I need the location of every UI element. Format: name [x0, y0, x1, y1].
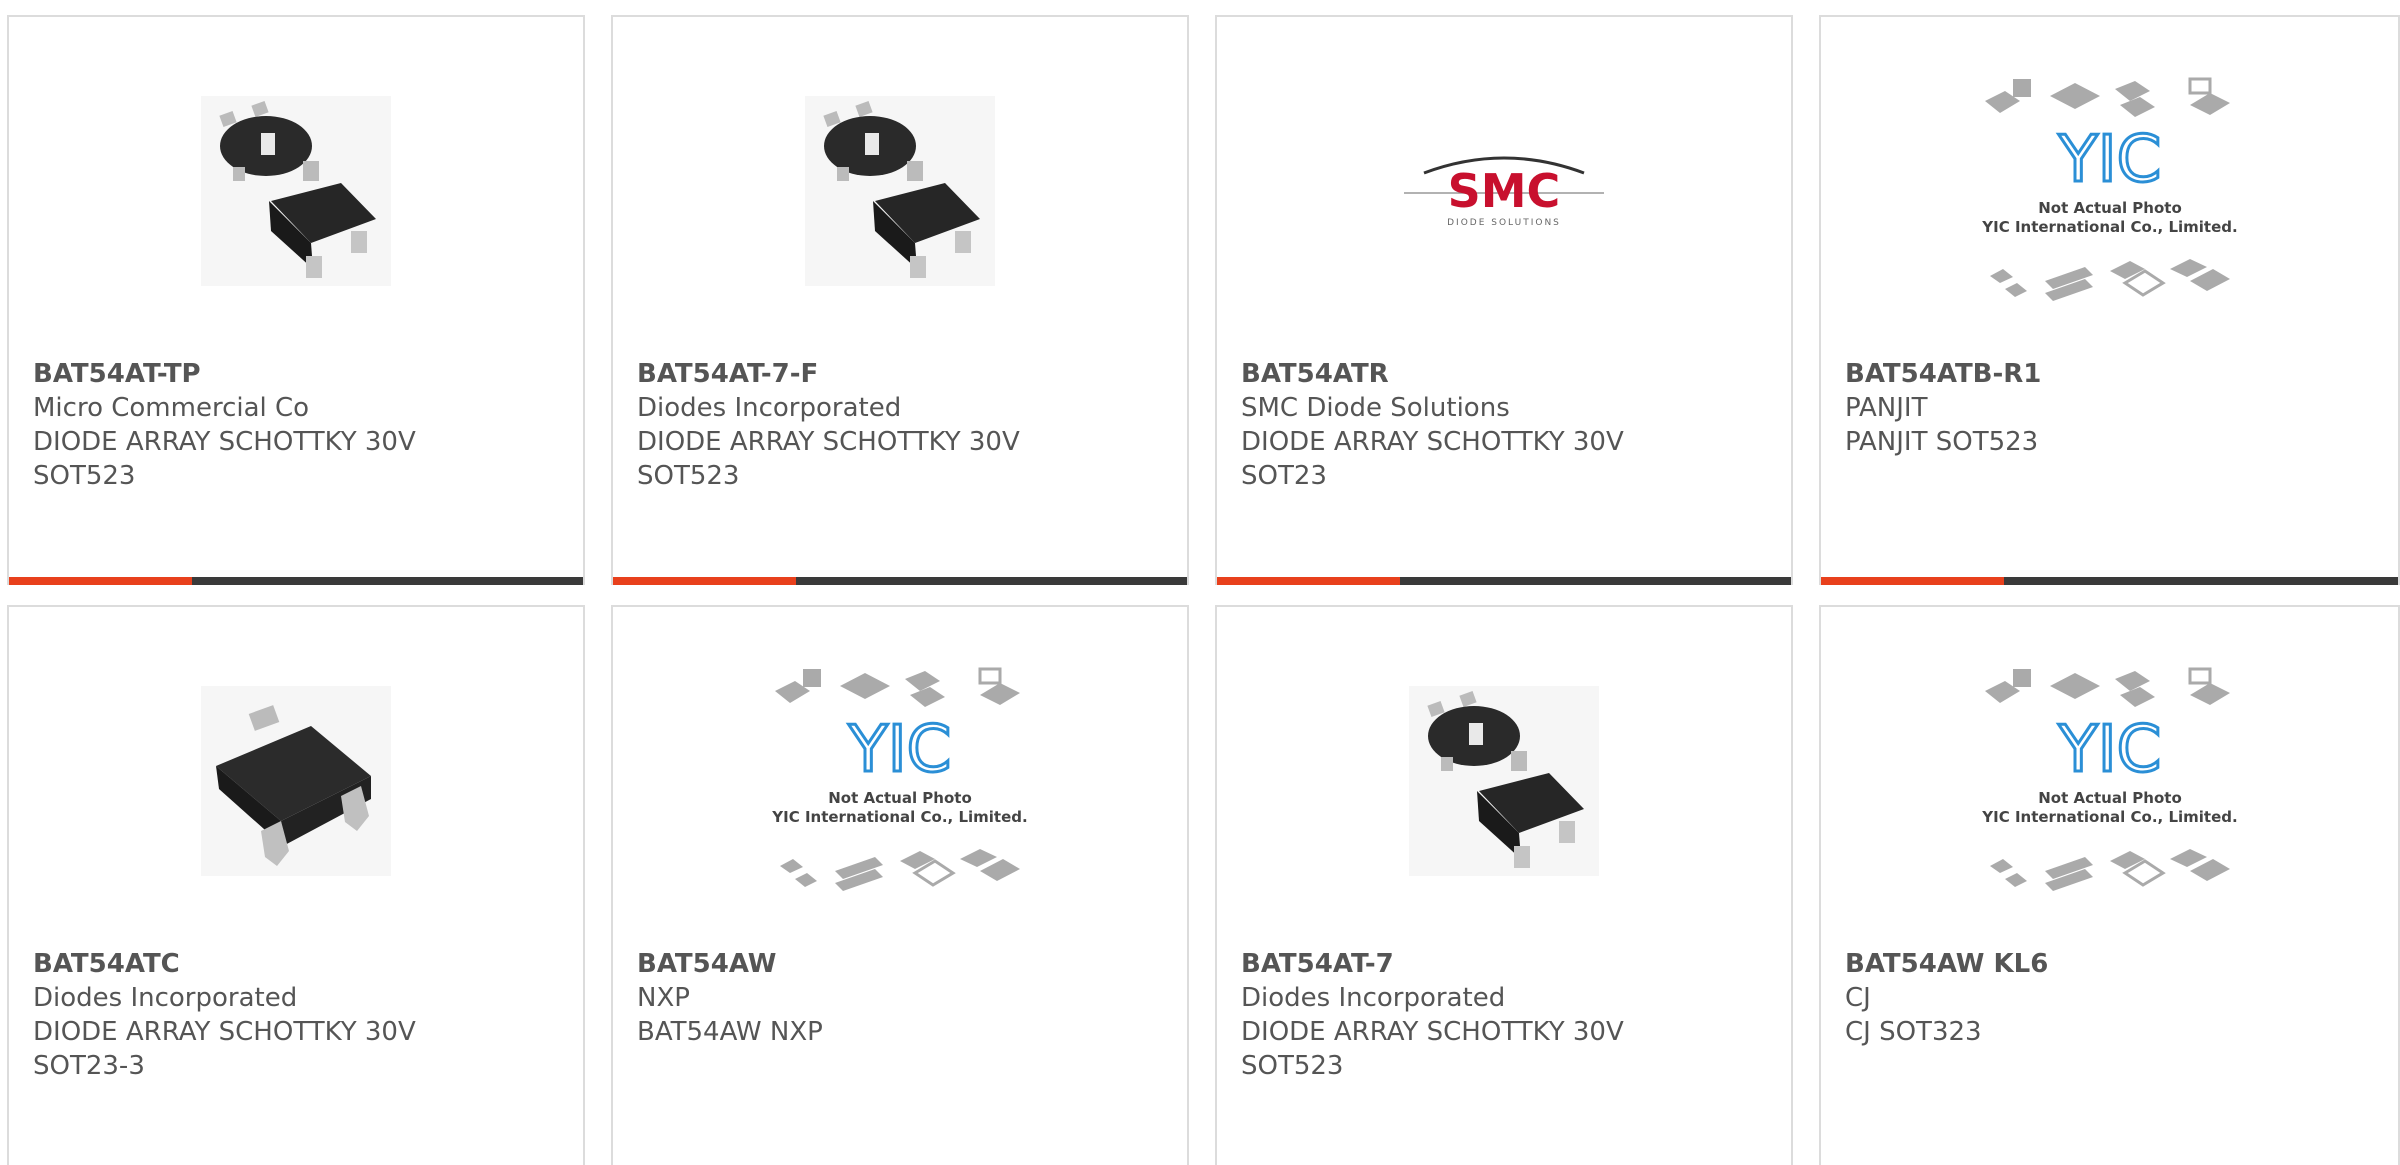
part-number[interactable]: BAT54ATC [33, 947, 567, 981]
product-image[interactable] [760, 71, 1040, 311]
part-number[interactable]: BAT54AT-TP [33, 357, 567, 391]
description: DIODE ARRAY SCHOTTKY 30V [33, 427, 416, 457]
yic-logo: YIC [848, 713, 952, 787]
yic-placeholder-image: YIC Not Actual Photo YIC International C… [1981, 667, 2237, 891]
product-image[interactable]: YIC Not Actual Photo YIC International C… [760, 661, 1040, 901]
placeholder-company: YIC International Co., Limited. [1981, 808, 2237, 826]
manufacturer: Diodes Incorporated [33, 983, 298, 1013]
yic-placeholder-image: YIC Not Actual Photo YIC International C… [771, 667, 1028, 891]
card-footer-bar [1217, 577, 1791, 585]
part-number[interactable]: BAT54ATR [1241, 357, 1775, 391]
accent-bar [1217, 577, 1400, 585]
package: SOT523 [33, 461, 136, 491]
product-image[interactable]: SMC DIODE SOLUTIONS [1364, 71, 1644, 311]
placeholder-company: YIC International Co., Limited. [1981, 218, 2237, 236]
smc-logo: SMC DIODE SOLUTIONS [1404, 156, 1604, 228]
description: PANJIT SOT523 [1845, 427, 2039, 457]
manufacturer: Diodes Incorporated [637, 393, 902, 423]
sot523-package-icon [1409, 686, 1599, 876]
accent-bar [9, 577, 192, 585]
description: BAT54AW NXP [637, 1017, 823, 1047]
placeholder-note: Not Actual Photo [2038, 199, 2182, 217]
part-number[interactable]: BAT54AT-7-F [637, 357, 1171, 391]
card-footer-bar [613, 577, 1187, 585]
part-number[interactable]: BAT54AT-7 [1241, 947, 1775, 981]
manufacturer: PANJIT [1845, 393, 1928, 423]
product-image[interactable] [1364, 661, 1644, 901]
part-number[interactable]: BAT54ATB-R1 [1845, 357, 2382, 391]
product-grid: BAT54AT-TP Micro Commercial Co DIODE ARR… [0, 0, 2400, 1165]
product-card[interactable]: BAT54AT-7 Diodes Incorporated DIODE ARRA… [1215, 605, 1793, 1165]
part-number[interactable]: BAT54AW [637, 947, 1171, 981]
card-footer-bar [1821, 577, 2398, 585]
sot23-package-icon [201, 686, 391, 876]
product-card[interactable]: BAT54ATC Diodes Incorporated DIODE ARRAY… [7, 605, 585, 1165]
sot523-package-icon [201, 96, 391, 286]
description: DIODE ARRAY SCHOTTKY 30V [1241, 427, 1624, 457]
package: SOT23-3 [33, 1051, 145, 1081]
yic-logo: YIC [2057, 713, 2161, 787]
description: DIODE ARRAY SCHOTTKY 30V [637, 427, 1020, 457]
yic-placeholder-image: YIC Not Actual Photo YIC International C… [1981, 77, 2237, 301]
card-footer-bar [9, 577, 583, 585]
product-image[interactable]: YIC Not Actual Photo YIC International C… [1970, 71, 2250, 311]
placeholder-note: Not Actual Photo [828, 789, 972, 807]
yic-logo: YIC [2057, 123, 2161, 197]
manufacturer: SMC Diode Solutions [1241, 393, 1510, 423]
product-card[interactable]: YIC Not Actual Photo YIC International C… [611, 605, 1189, 1165]
product-card[interactable]: BAT54AT-7-F Diodes Incorporated DIODE AR… [611, 15, 1189, 585]
product-image[interactable]: YIC Not Actual Photo YIC International C… [1970, 661, 2250, 901]
description: DIODE ARRAY SCHOTTKY 30V [33, 1017, 416, 1047]
product-image[interactable] [156, 71, 436, 311]
manufacturer: Diodes Incorporated [1241, 983, 1506, 1013]
product-card[interactable]: YIC Not Actual Photo YIC International C… [1819, 605, 2400, 1165]
product-card[interactable]: SMC DIODE SOLUTIONS BAT54ATR SMC Diode S… [1215, 15, 1793, 585]
sot523-package-icon [805, 96, 995, 286]
smc-logo-subtext: DIODE SOLUTIONS [1447, 218, 1561, 228]
smc-logo-text: SMC [1448, 164, 1561, 218]
product-card[interactable]: YIC Not Actual Photo YIC International C… [1819, 15, 2400, 585]
manufacturer: NXP [637, 983, 690, 1013]
part-number[interactable]: BAT54AW KL6 [1845, 947, 2382, 981]
description: DIODE ARRAY SCHOTTKY 30V [1241, 1017, 1624, 1047]
manufacturer: CJ [1845, 983, 1871, 1013]
package: SOT523 [637, 461, 740, 491]
accent-bar [1821, 577, 2004, 585]
accent-bar [613, 577, 796, 585]
placeholder-note: Not Actual Photo [2038, 789, 2182, 807]
product-card[interactable]: BAT54AT-TP Micro Commercial Co DIODE ARR… [7, 15, 585, 585]
description: CJ SOT323 [1845, 1017, 1982, 1047]
package: SOT23 [1241, 461, 1327, 491]
manufacturer: Micro Commercial Co [33, 393, 310, 423]
package: SOT523 [1241, 1051, 1344, 1081]
placeholder-company: YIC International Co., Limited. [771, 808, 1027, 826]
product-image[interactable] [156, 661, 436, 901]
